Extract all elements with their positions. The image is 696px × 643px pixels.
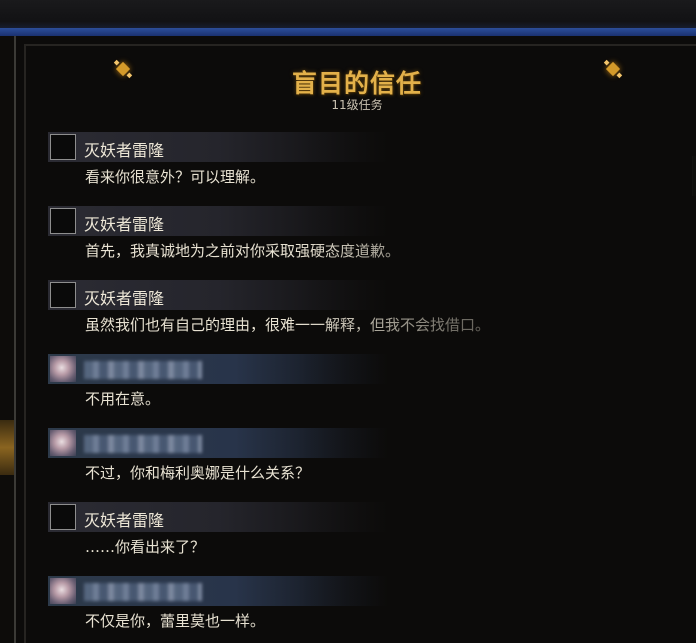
player-portrait bbox=[50, 578, 76, 604]
npc-portrait bbox=[50, 282, 76, 308]
quest-dialogue-window: 盲目的信任 11级任务 灭妖者雷隆 看来你很意外？可以理解。 灭妖者雷隆 首先，… bbox=[14, 36, 696, 643]
speaker-name: 灭妖者雷隆 bbox=[84, 511, 165, 530]
dialogue-text: 不仅是你，蕾里莫也一样。 bbox=[85, 612, 266, 630]
npc-portrait bbox=[50, 208, 76, 234]
dialogue-text: 首先，我真诚地为之前对你采取强硬态度道歉。 bbox=[85, 242, 401, 260]
quest-title: 盲目的信任 bbox=[291, 69, 422, 98]
speaker-name: 灭妖者雷隆 bbox=[84, 289, 165, 308]
npc-portrait bbox=[50, 504, 76, 530]
npc-portrait bbox=[50, 134, 76, 160]
dialogue-text: 不用在意。 bbox=[85, 390, 161, 408]
dialogue-text: 看来你很意外？可以理解。 bbox=[85, 168, 266, 186]
redacted-player-name bbox=[84, 583, 202, 601]
redacted-player-name bbox=[84, 435, 202, 453]
dialogue-text: ……你看出来了？ bbox=[85, 538, 206, 556]
window-title-strip bbox=[0, 28, 696, 36]
player-portrait bbox=[50, 356, 76, 382]
speaker-name: 灭妖者雷隆 bbox=[84, 141, 165, 160]
redacted-player-name bbox=[84, 361, 202, 379]
quest-level: 11级任务 bbox=[331, 98, 383, 112]
speaker-name: 灭妖者雷隆 bbox=[84, 215, 165, 234]
side-decoration bbox=[0, 420, 14, 475]
dialogue-log[interactable]: 灭妖者雷隆 看来你很意外？可以理解。 灭妖者雷隆 首先，我真诚地为之前对你采取强… bbox=[30, 128, 696, 643]
player-portrait bbox=[50, 430, 76, 456]
dialogue-text: 不过，你和梅利奥娜是什么关系？ bbox=[85, 464, 311, 482]
dialogue-text: 虽然我们也有自己的理由，很难一一解释，但我不会找借口。 bbox=[85, 316, 491, 334]
top-bar bbox=[0, 0, 696, 36]
